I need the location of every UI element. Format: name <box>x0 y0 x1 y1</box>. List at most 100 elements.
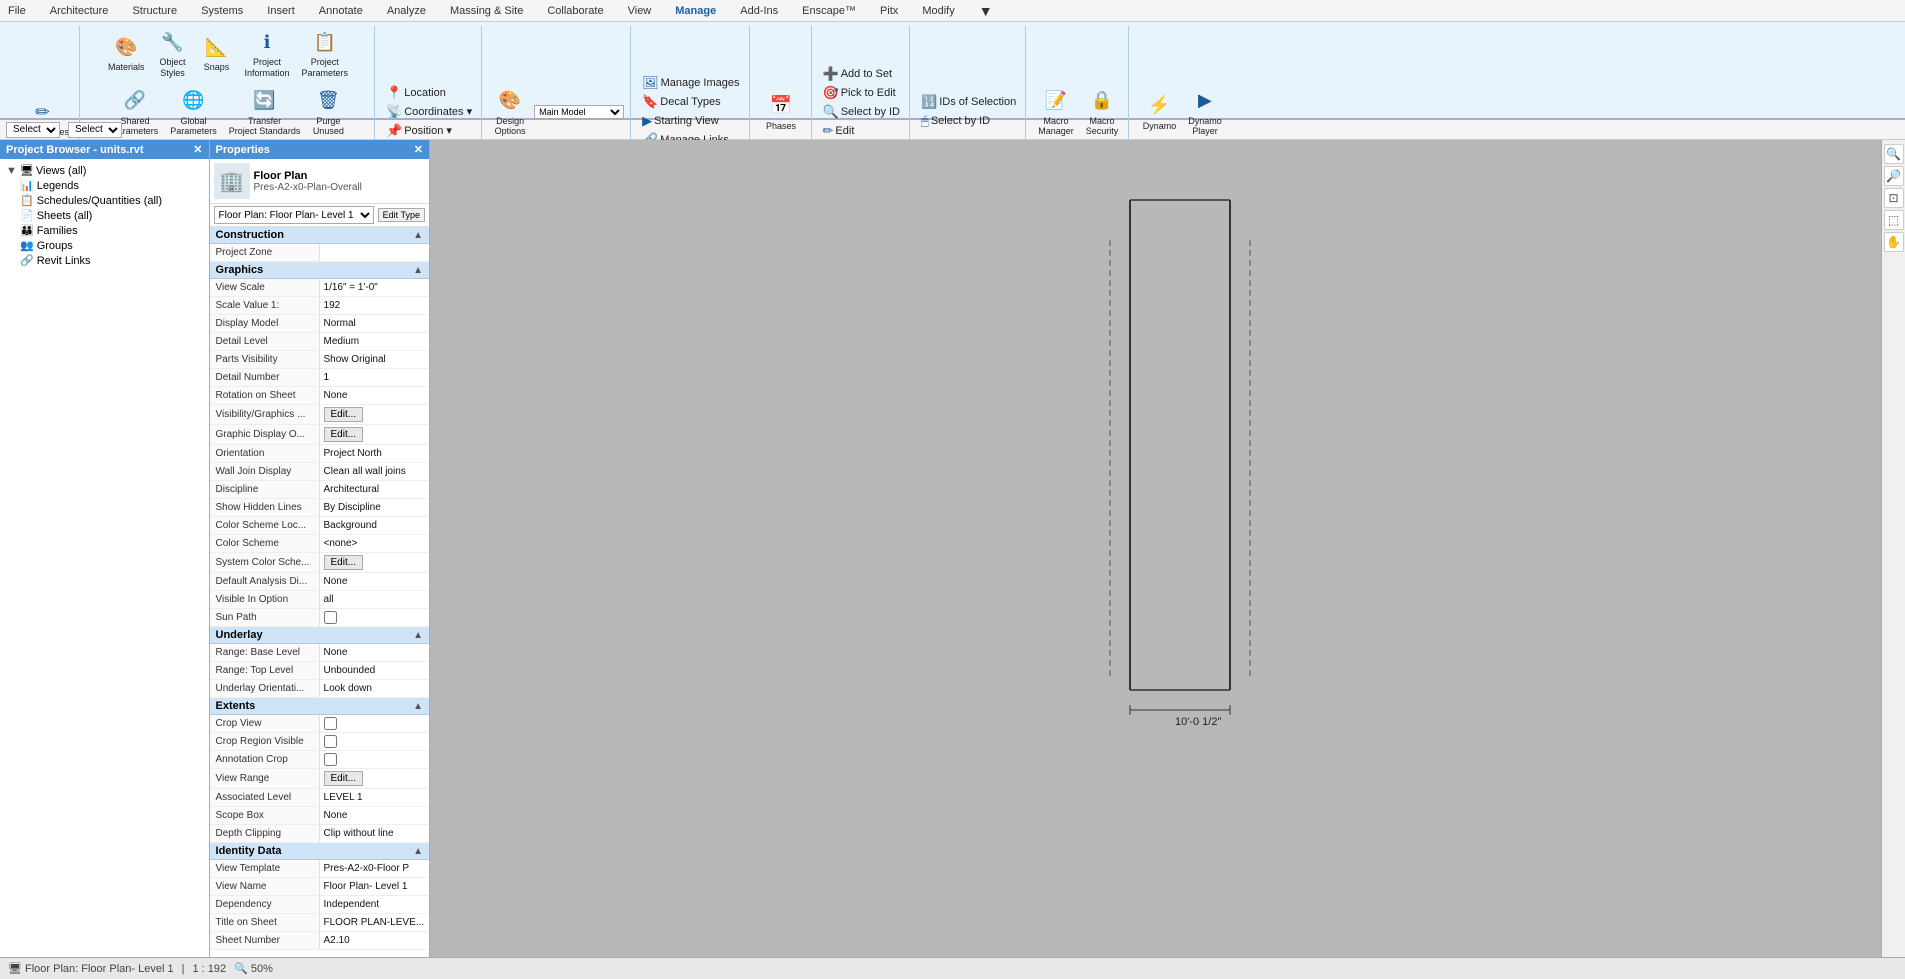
menu-pitx[interactable]: Pitx <box>876 3 902 19</box>
canvas-area[interactable]: 10'-0 1/2" <box>430 140 1881 979</box>
properties-close[interactable]: ✕ <box>414 143 423 156</box>
ribbon-btn-location[interactable]: 📍 Location <box>383 84 449 102</box>
ribbon-btn-phases[interactable]: 📅 Phases <box>761 90 801 134</box>
ribbon-btn-design-options[interactable]: 🎨 DesignOptions <box>490 85 530 140</box>
edit-type-button[interactable]: Edit Type <box>378 208 425 222</box>
annotation-crop-checkbox[interactable] <box>324 753 337 766</box>
menu-structure[interactable]: Structure <box>128 3 181 19</box>
tree-label-groups: Groups <box>37 240 73 252</box>
tree-item-schedules[interactable]: 📋 Schedules/Quantities (all) <box>18 193 205 208</box>
ribbon-btn-select-by-id[interactable]: 🔍 Select by ID <box>820 103 904 121</box>
properties-panel: Properties ✕ 🏢 Floor Plan Pres-A2-x0-Pla… <box>210 140 429 979</box>
zoom-fit-btn[interactable]: ⊡ <box>1884 188 1904 208</box>
graphic-display-btn[interactable]: Edit... <box>324 427 364 442</box>
detail-number-input[interactable] <box>324 372 425 383</box>
identity-expand[interactable]: ▲ <box>413 846 423 857</box>
extents-expand[interactable]: ▲ <box>413 701 423 712</box>
view-scale-label: View Scale <box>210 279 320 296</box>
menu-view[interactable]: View <box>624 3 656 19</box>
zoom-out-btn[interactable]: 🔎 <box>1884 166 1904 186</box>
prop-section-construction[interactable]: Construction ▲ <box>210 227 429 244</box>
crop-view-checkbox[interactable] <box>324 717 337 730</box>
ribbon-btn-object-styles[interactable]: 🔧 ObjectStyles <box>153 26 193 81</box>
view-scale-value[interactable]: 1/16" = 1'-0" <box>320 279 429 296</box>
project-zone-label: Project Zone <box>210 244 320 261</box>
project-browser-close[interactable]: ✕ <box>193 143 202 156</box>
underlay-expand[interactable]: ▲ <box>413 630 423 641</box>
depth-clipping-label: Depth Clipping <box>210 825 320 842</box>
starting-view-icon: ▶ <box>642 113 652 129</box>
detail-level-value: Medium <box>320 333 429 350</box>
select-by-id2-icon: 🖱 <box>921 113 929 129</box>
tree-item-sheets[interactable]: 📄 Sheets (all) <box>18 208 205 223</box>
menu-annotate[interactable]: Annotate <box>315 3 367 19</box>
zoom-region-btn[interactable]: ⬚ <box>1884 210 1904 230</box>
menu-systems[interactable]: Systems <box>197 3 247 19</box>
ribbon-btn-add-to-set[interactable]: ➕ Add to Set <box>820 65 896 83</box>
ribbon-btn-starting-view[interactable]: ▶ Starting View <box>639 112 722 130</box>
project-browser-content: ▼ 🖥 Views (all) 📊 Legends 📋 Schedules/Qu… <box>0 159 209 979</box>
prop-section-graphics[interactable]: Graphics ▲ <box>210 262 429 279</box>
prop-row-underlay-orientation: Underlay Orientati... Look down <box>210 680 429 698</box>
menu-architecture[interactable]: Architecture <box>46 3 113 19</box>
ribbon-btn-macro-security[interactable]: 🔒 MacroSecurity <box>1082 85 1123 140</box>
menu-manage[interactable]: Manage <box>671 3 720 19</box>
prop-section-underlay[interactable]: Underlay ▲ <box>210 627 429 644</box>
prop-section-extents[interactable]: Extents ▲ <box>210 698 429 715</box>
ribbon-btn-project-info[interactable]: ℹ ProjectInformation <box>241 26 294 81</box>
crop-region-checkbox[interactable] <box>324 735 337 748</box>
prop-section-identity[interactable]: Identity Data ▲ <box>210 843 429 860</box>
ribbon-btn-dynamo[interactable]: ⚡ Dynamo <box>1139 90 1181 134</box>
display-model-value: Normal <box>320 315 429 332</box>
ribbon-btn-snaps[interactable]: 📐 Snaps <box>197 31 237 75</box>
sun-path-checkbox[interactable] <box>324 611 337 624</box>
construction-expand[interactable]: ▲ <box>413 230 423 241</box>
prop-type-select[interactable]: Floor Plan: Floor Plan- Level 1 <box>214 206 374 224</box>
select-dropdown-2[interactable]: Select <box>68 122 122 138</box>
detail-number-value[interactable] <box>320 369 429 386</box>
ribbon-btn-project-params[interactable]: 📋 ProjectParameters <box>298 26 353 81</box>
ribbon-btn-decal-types[interactable]: 🔖 Decal Types <box>639 93 724 111</box>
menu-modify[interactable]: Modify <box>918 3 958 19</box>
ribbon-btn-transfer[interactable]: 🔄 TransferProject Standards <box>225 85 305 140</box>
ribbon-btn-coordinates[interactable]: 📡 Coordinates ▾ <box>383 103 475 121</box>
tree-item-views[interactable]: ▼ 🖥 Views (all) <box>4 163 205 178</box>
edit-icon: ✏ <box>823 123 834 139</box>
menu-enscape[interactable]: Enscape™ <box>798 3 860 19</box>
ribbon-btn-manage-images[interactable]: 🖼 Manage Images <box>639 74 742 92</box>
menu-addins[interactable]: Add-Ins <box>736 3 782 19</box>
menu-insert[interactable]: Insert <box>263 3 299 19</box>
view-range-btn[interactable]: Edit... <box>324 771 364 786</box>
tree-item-legends[interactable]: 📊 Legends <box>18 178 205 193</box>
ribbon-btn-dynamo-player[interactable]: ▶ DynamoPlayer <box>1184 85 1226 140</box>
menu-collaborate[interactable]: Collaborate <box>543 3 607 19</box>
tree-item-families[interactable]: 👪 Families <box>18 223 205 238</box>
ribbon-btn-ids-of-selection[interactable]: 🔢 IDs of Selection <box>918 93 1019 111</box>
coordinates-icon: 📡 <box>386 104 402 120</box>
ribbon-btn-pick-to-edit[interactable]: 🎯 Pick to Edit <box>820 84 899 102</box>
ribbon-btn-macro-manager[interactable]: 📝 MacroManager <box>1034 85 1078 140</box>
ribbon-btn-purge[interactable]: 🗑 PurgeUnused <box>308 85 348 140</box>
ribbon-btn-select-by-id2[interactable]: 🖱 Select by ID <box>918 112 993 130</box>
pan-btn[interactable]: ✋ <box>1884 232 1904 252</box>
tree-label-legends: Legends <box>37 180 79 192</box>
menu-file[interactable]: File <box>4 3 30 19</box>
visibility-graphics-btn[interactable]: Edit... <box>324 407 364 422</box>
prop-row-crop-region-visible: Crop Region Visible <box>210 733 429 751</box>
system-color-btn[interactable]: Edit... <box>324 555 364 570</box>
view-template-value: Pres-A2-x0-Floor P <box>320 860 429 877</box>
graphics-expand[interactable]: ▲ <box>413 265 423 276</box>
menu-massing[interactable]: Massing & Site <box>446 3 527 19</box>
select-dropdown-1[interactable]: Select <box>6 122 60 138</box>
menu-analyze[interactable]: Analyze <box>383 3 430 19</box>
prop-view-icon: 🏢 <box>214 163 250 199</box>
ribbon-btn-materials[interactable]: 🎨 Materials <box>104 31 149 75</box>
ribbon-btn-position[interactable]: 📌 Position ▾ <box>383 122 455 140</box>
menu-extra[interactable]: ▼ <box>975 1 997 21</box>
main-model-select[interactable]: Main Model <box>534 105 624 119</box>
zoom-in-btn[interactable]: 🔍 <box>1884 144 1904 164</box>
ribbon-btn-edit[interactable]: ✏ Edit <box>820 122 858 140</box>
ribbon-btn-global-params[interactable]: 🌐 GlobalParameters <box>166 85 221 140</box>
tree-item-revit-links[interactable]: 🔗 Revit Links <box>18 253 205 268</box>
tree-item-groups[interactable]: 👥 Groups <box>18 238 205 253</box>
